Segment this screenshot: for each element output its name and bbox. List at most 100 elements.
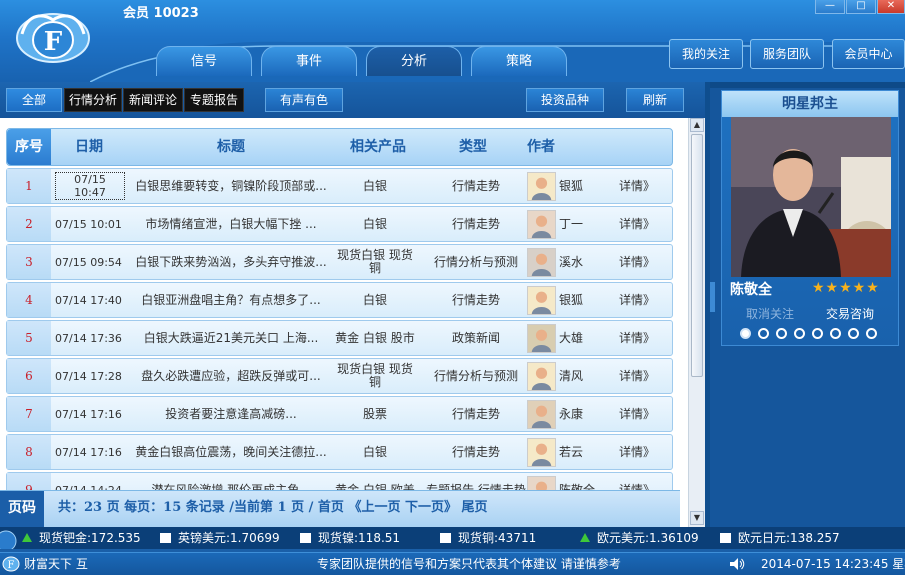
row-detail-link[interactable]: 详情》 <box>607 283 667 317</box>
author-avatar-icon <box>527 286 556 315</box>
datetime-display: 2014-07-15 14:23:45 星期二 <box>761 557 905 571</box>
carousel-dot[interactable] <box>740 328 751 339</box>
table-row[interactable]: 6 07/14 17:28 盘久必跌遭应验，超跌反弹或可... 现货白银 现货铜 行情分… <box>6 358 673 394</box>
ticker-label: 欧元美元:1.36109 <box>597 531 699 545</box>
row-detail-link[interactable]: 详情》 <box>607 207 667 241</box>
row-detail-link[interactable]: 详情》 <box>607 435 667 469</box>
row-title[interactable]: 投资者要注意逢高减磅... <box>131 397 331 431</box>
pager-info[interactable]: 共：23 页 每页：15 条记录 /当前第 1 页 / 首页 《上一页 下一页》… <box>58 491 488 527</box>
row-type: 行情走势 <box>451 444 500 459</box>
carousel-dot[interactable] <box>794 328 805 339</box>
table-row[interactable]: 2 07/15 10:01 市场情绪宣泄，白银大幅下挫 ... 白银 行情走势 丁一 详情》 <box>6 206 673 242</box>
subtab-market-analysis[interactable]: 行情分析 <box>64 88 122 112</box>
minimize-button[interactable]: — <box>815 0 845 14</box>
table-row[interactable]: 1 07/15 10:47 白银思维要转变，铜镍阶段顶部或... 白银 行情走势 银狐 详情… <box>6 168 673 204</box>
author-avatar-icon <box>527 362 556 391</box>
window-controls: — □ ✕ <box>814 0 905 16</box>
member-center-button[interactable]: 会员中心 <box>832 39 905 69</box>
row-detail-link[interactable]: 详情》 <box>607 359 667 393</box>
table-row[interactable]: 3 07/15 09:54 白银下跌来势汹汹，多头弃守推波... 现货白银 现货铜 行情… <box>6 244 673 280</box>
tab-event[interactable]: 事件 <box>261 46 357 76</box>
carousel-dot[interactable] <box>866 328 877 339</box>
tab-signal[interactable]: 信号 <box>156 46 252 76</box>
subtab-special-report[interactable]: 专题报告 <box>184 88 244 112</box>
row-product: 白银 <box>362 178 387 193</box>
row-date: 07/14 17:16 <box>55 445 122 459</box>
table-row[interactable]: 4 07/14 17:40 白银亚洲盘唱主角？有点想多了... 白银 行情走势 银狐 详情》 <box>6 282 673 318</box>
col-author: 作者 <box>527 139 555 155</box>
scroll-up-icon[interactable]: ▲ <box>690 118 704 132</box>
maximize-button[interactable]: □ <box>846 0 876 14</box>
my-follow-button[interactable]: 我的关注 <box>669 39 743 69</box>
panel-collapse-handle[interactable] <box>710 282 715 312</box>
expert-name: 陈敬全 <box>730 282 772 298</box>
row-title[interactable]: 白银亚洲盘唱主角？有点想多了... <box>131 283 331 317</box>
app-logo-icon: F <box>16 13 90 63</box>
carousel-dot[interactable] <box>758 328 769 339</box>
author-avatar-icon <box>527 438 556 467</box>
row-title[interactable]: 白银思维要转变，铜镍阶段顶部或... <box>131 169 331 203</box>
star-expert-panel: 明星邦主 陈敬全 ★★★★★ 取消关注 交易咨询 <box>710 82 905 527</box>
carousel-dot[interactable] <box>812 328 823 339</box>
scroll-thumb[interactable] <box>691 134 703 377</box>
table-row[interactable]: 5 07/14 17:36 白银大跌逼近21美元关口 上海... 黄金 白银 股市 政策… <box>6 320 673 356</box>
ticker-item: 现货铜:43711 <box>440 527 536 549</box>
row-date: 07/14 17:40 <box>55 293 122 307</box>
subtab-audio-video[interactable]: 有声有色 <box>265 88 343 112</box>
scroll-down-icon[interactable]: ▼ <box>690 511 704 525</box>
row-date: 07/14 17:36 <box>55 331 122 345</box>
unfollow-button[interactable]: 取消关注 <box>746 305 794 322</box>
carousel-dot[interactable] <box>848 328 859 339</box>
status-bar: F 财富天下 互 专家团队提供的信号和方案只代表其个体建议 请谨慎参考 2014… <box>0 552 905 575</box>
globe-icon <box>0 530 17 549</box>
col-product: 相关产品 <box>350 139 406 155</box>
tab-strategy[interactable]: 策略 <box>471 46 567 76</box>
analysis-panel: 全部 行情分析 新闻评论 专题报告 有声有色 投资品种 刷新 序号 日期 标题 … <box>0 82 710 527</box>
row-seq: 3 <box>7 245 51 279</box>
row-detail-link[interactable]: 详情》 <box>607 245 667 279</box>
table-row[interactable]: 7 07/14 17:16 投资者要注意逢高减磅... 股票 行情走势 永康 详情》 <box>6 396 673 432</box>
refresh-button[interactable]: 刷新 <box>626 88 684 112</box>
subtab-all[interactable]: 全部 <box>6 88 62 112</box>
right-panel-top-bar <box>710 82 905 88</box>
tab-analysis[interactable]: 分析 <box>366 46 462 76</box>
row-detail-link[interactable]: 详情》 <box>607 321 667 355</box>
table-scrollbar[interactable]: ▲ ▼ <box>688 118 705 527</box>
row-title[interactable]: 市场情绪宣泄，白银大幅下挫 ... <box>131 207 331 241</box>
row-type: 行情走势 <box>451 292 500 307</box>
carousel-dot[interactable] <box>830 328 841 339</box>
ticker-label: 英镑美元:1.70699 <box>178 531 280 545</box>
close-button[interactable]: ✕ <box>877 0 905 14</box>
row-product: 白银 <box>362 444 387 459</box>
table-row[interactable]: 8 07/14 17:16 黄金白银高位震荡，晚间关注德拉... 白银 行情走势 若云 详情… <box>6 434 673 470</box>
trade-consult-button[interactable]: 交易咨询 <box>826 305 874 322</box>
row-type: 政策新闻 <box>451 330 500 345</box>
row-product: 现货白银 现货铜 <box>337 248 413 275</box>
up-arrow-icon <box>22 533 32 542</box>
row-seq: 6 <box>7 359 51 393</box>
row-product: 股票 <box>362 406 387 421</box>
svg-text:F: F <box>44 27 63 57</box>
row-seq: 7 <box>7 397 51 431</box>
col-type: 类型 <box>459 139 487 155</box>
row-author: 银狐 <box>559 292 584 307</box>
expert-photo[interactable] <box>731 117 891 277</box>
investment-variety-button[interactable]: 投资品种 <box>526 88 604 112</box>
row-detail-link[interactable]: 详情》 <box>607 397 667 431</box>
table-header: 序号 日期 标题 相关产品 类型 作者 <box>6 128 673 166</box>
carousel-dot[interactable] <box>776 328 787 339</box>
subtab-news-review[interactable]: 新闻评论 <box>123 88 183 112</box>
brand-name: 财富天下 互 <box>24 557 88 571</box>
row-type: 行情分析与预测 <box>433 254 518 269</box>
row-title[interactable]: 白银大跌逼近21美元关口 上海... <box>131 321 331 355</box>
up-arrow-icon <box>580 533 590 542</box>
service-team-button[interactable]: 服务团队 <box>750 39 824 69</box>
star-expert-title: 明星邦主 <box>722 91 898 117</box>
square-marker-icon <box>300 533 311 543</box>
row-title[interactable]: 黄金白银高位震荡，晚间关注德拉... <box>131 435 331 469</box>
row-title[interactable]: 盘久必跌遭应验，超跌反弹或可... <box>131 359 331 393</box>
speaker-icon[interactable] <box>729 557 745 571</box>
row-detail-link[interactable]: 详情》 <box>607 169 667 203</box>
row-title[interactable]: 白银下跌来势汹汹，多头弃守推波... <box>131 245 331 279</box>
row-author: 银狐 <box>559 178 584 193</box>
